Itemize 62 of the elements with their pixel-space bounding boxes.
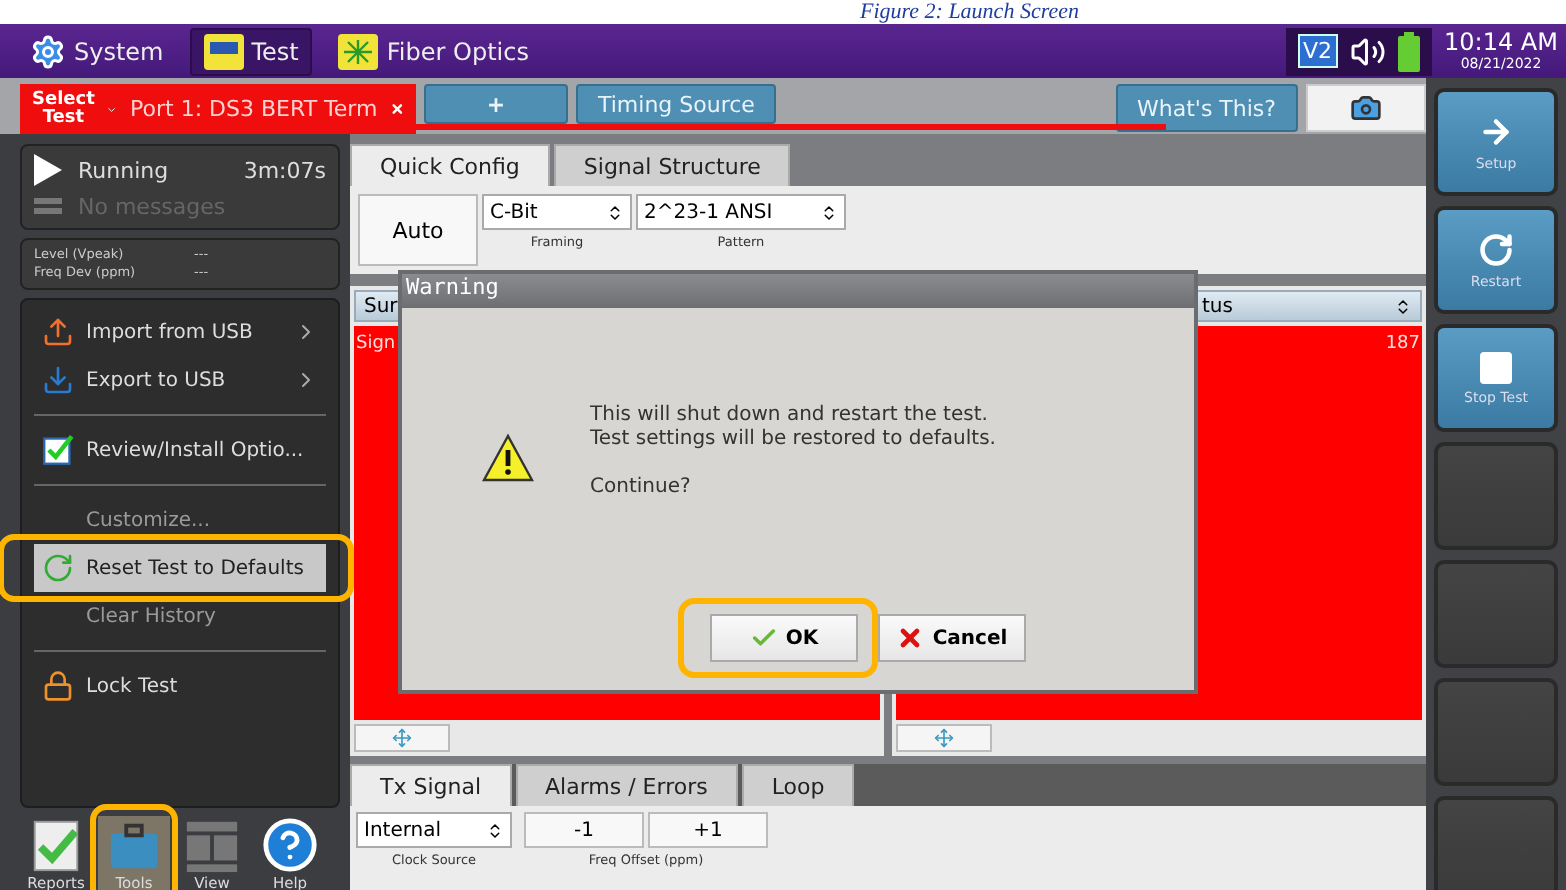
- select-field[interactable]: 2^23-1 ANSI: [636, 194, 846, 230]
- blank-button[interactable]: [1434, 560, 1558, 668]
- elapsed-time: 3m:07s: [243, 157, 326, 183]
- select-field[interactable]: Internal: [356, 812, 512, 848]
- figure-caption: Figure 2: Launch Screen: [0, 0, 1566, 24]
- arrow-icon: [1478, 113, 1514, 149]
- refresh-icon: [42, 552, 74, 584]
- cancel-button[interactable]: Cancel: [878, 614, 1026, 662]
- spinner-icon: [606, 203, 624, 221]
- app-tab[interactable]: System: [16, 27, 178, 75]
- move-icon: [934, 728, 954, 748]
- offset-button[interactable]: +1: [648, 812, 768, 848]
- menu-item[interactable]: Export to USB: [34, 356, 326, 404]
- app-tab[interactable]: Test: [189, 27, 313, 75]
- config-tab[interactable]: Quick Config: [350, 144, 550, 186]
- blank-button[interactable]: [1434, 442, 1558, 550]
- lock-icon: [42, 670, 74, 702]
- help-icon: [258, 816, 322, 874]
- gear-icon: [30, 33, 66, 69]
- blank-button[interactable]: [1434, 678, 1558, 786]
- signal-tab[interactable]: Alarms / Errors: [515, 764, 738, 806]
- offset-button[interactable]: -1: [524, 812, 644, 848]
- camera-icon: [1350, 92, 1382, 124]
- blank-button[interactable]: [1434, 796, 1558, 890]
- battery-icon: [1398, 31, 1421, 71]
- move-button[interactable]: [354, 724, 450, 752]
- message-icon: [34, 197, 62, 217]
- check-icon: [749, 624, 778, 652]
- config-tab[interactable]: Signal Structure: [553, 144, 791, 186]
- highlight-frame: [90, 804, 178, 890]
- checkbox-icon: [42, 434, 74, 466]
- download-icon: [42, 364, 74, 396]
- run-state: Running: [78, 157, 171, 183]
- restart-icon: [1478, 231, 1514, 267]
- grid-icon: [182, 816, 242, 874]
- menu-item[interactable]: Import from USB: [34, 308, 326, 356]
- ok-button[interactable]: OK: [710, 614, 858, 662]
- signal-tab[interactable]: Tx Signal: [350, 764, 512, 806]
- spinner-icon: [486, 821, 504, 839]
- dialog-title: Warning: [402, 274, 1194, 308]
- speaker-icon[interactable]: [1350, 33, 1387, 69]
- upload-icon: [42, 316, 74, 348]
- dialog-message: This will shut down and restart the test. Test settings will be restored to defaults. Continue?: [590, 404, 996, 502]
- play-icon[interactable]: [34, 154, 62, 186]
- app-tab[interactable]: Fiber Optics: [324, 27, 543, 75]
- spinner-icon: [1394, 297, 1412, 315]
- menu-item[interactable]: Lock Test: [34, 662, 326, 710]
- auto-button[interactable]: Auto: [358, 194, 478, 266]
- menu-item[interactable]: Reset Test to Defaults: [34, 544, 326, 592]
- camera-button[interactable]: [1306, 84, 1426, 132]
- select-field[interactable]: C-Bit: [482, 194, 632, 230]
- logo-badge: V2: [1297, 34, 1339, 68]
- result-label: Sign: [356, 334, 396, 358]
- warning-icon: [482, 432, 534, 484]
- result-value: 187: [1385, 334, 1420, 358]
- spinner-icon: [820, 203, 838, 221]
- stop-icon: [1480, 351, 1512, 383]
- signal-tab[interactable]: Loop: [741, 764, 855, 806]
- menu-item[interactable]: Review/Install Optio...: [34, 426, 326, 474]
- close-icon: [896, 624, 925, 652]
- move-button[interactable]: [896, 724, 992, 752]
- move-icon: [392, 728, 412, 748]
